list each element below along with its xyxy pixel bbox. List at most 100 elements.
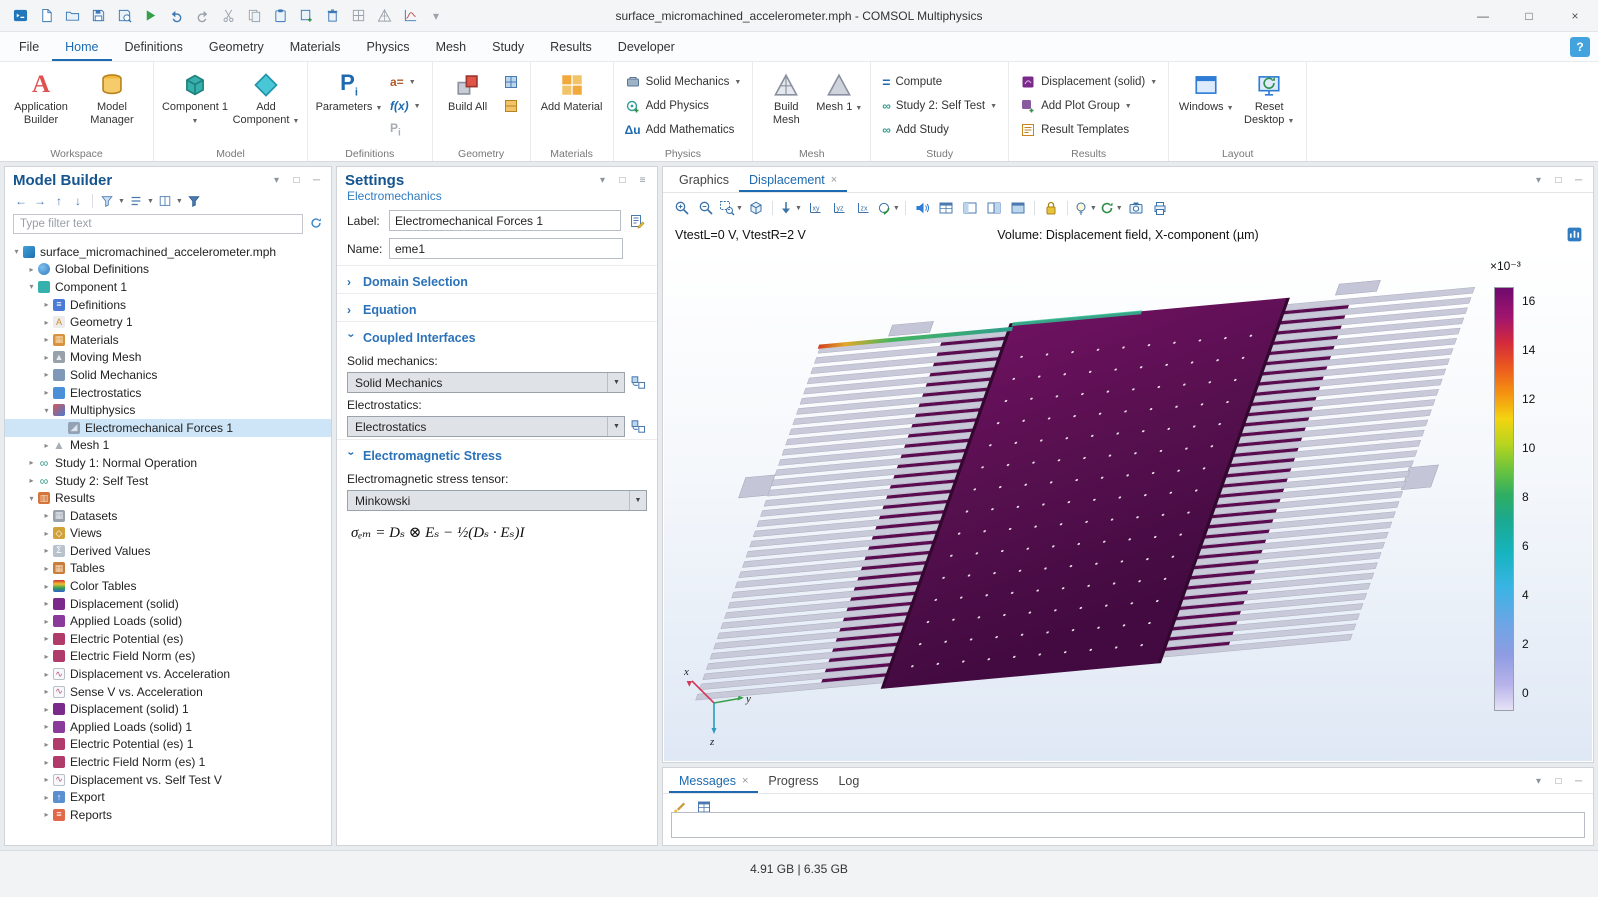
tree-item[interactable]: ▸∿Sense V vs. Acceleration [5,683,331,701]
expand-icon[interactable]: ▸ [41,740,52,749]
menu-definitions[interactable]: Definitions [112,32,196,61]
tree-item[interactable]: ▸Electric Field Norm (es) [5,648,331,666]
tree-item[interactable]: ▸◇Views [5,525,331,543]
tree-item[interactable]: ▸∞Study 2: Self Test [5,472,331,490]
expand-icon[interactable]: ▸ [41,564,52,573]
tree-item[interactable]: ▸▲Moving Mesh [5,349,331,367]
minimize-button[interactable]: — [1460,0,1506,31]
add-physics-button[interactable]: Add Physics [621,95,746,117]
application-builder-button[interactable]: A Application Builder [7,65,75,146]
menu-geometry[interactable]: Geometry [196,32,277,61]
menu-physics[interactable]: Physics [353,32,422,61]
tree-item[interactable]: ▸AGeometry 1 [5,313,331,331]
parameters-button[interactable]: Pi Parameters ▼ [315,65,383,146]
move-up-icon[interactable]: ↑ [51,192,67,210]
run-icon[interactable] [138,4,162,28]
menu-mesh[interactable]: Mesh [423,32,480,61]
windows-button[interactable]: Windows ▼ [1176,65,1236,146]
expand-icon[interactable]: ▸ [41,758,52,767]
scene-light-icon[interactable]: ▼ [1073,197,1097,219]
tree-item[interactable]: ▸▦Materials [5,331,331,349]
panel-collapse-icon[interactable]: ─ [1572,775,1585,788]
collapse-icon[interactable]: ▾ [26,282,37,291]
add-component-button[interactable]: Add Component ▼ [232,65,300,146]
section-domain-selection[interactable]: › Domain Selection [337,265,657,293]
redo-icon[interactable] [190,4,214,28]
tree-item[interactable]: ▸ΣDerived Values [5,542,331,560]
copy-icon[interactable] [242,4,266,28]
expand-icon[interactable]: ▸ [26,458,37,467]
expand-icon[interactable]: ▸ [41,582,52,591]
collapse-icon[interactable]: ▾ [11,247,22,256]
tree-item[interactable]: ▸∿Displacement vs. Acceleration [5,665,331,683]
study2-button[interactable]: ∞ Study 2: Self Test ▼ [878,95,1001,117]
expand-icon[interactable]: ▸ [41,687,52,696]
messages-tab-log[interactable]: Log [828,768,869,793]
expand-icon[interactable]: ▸ [41,318,52,327]
grid-view-icon[interactable] [346,4,370,28]
delete-icon[interactable] [320,4,344,28]
panel-collapse-icon[interactable]: ─ [1572,174,1585,187]
solid-mechanics-button[interactable]: Solid Mechanics ▼ [621,71,746,93]
tree-item[interactable]: ▾surface_micromachined_accelerometer.mph [5,243,331,261]
geometry-export-button[interactable] [499,95,523,117]
snapshot-icon[interactable] [1125,197,1147,219]
functions-button[interactable]: f(x) ▼ [386,95,425,117]
save-icon[interactable] [86,4,110,28]
name-input[interactable] [389,238,623,259]
expand-icon[interactable]: ▸ [41,370,52,379]
tree-item[interactable]: ▸Applied Loads (solid) [5,612,331,630]
mesh-view-icon[interactable] [372,4,396,28]
window-table-icon[interactable] [935,197,957,219]
expand-icon[interactable]: ▸ [26,476,37,485]
expand-icon[interactable]: ▸ [41,599,52,608]
menu-developer[interactable]: Developer [605,32,688,61]
add-plot-group-button[interactable]: Add Plot Group ▼ [1016,95,1161,117]
tree-item[interactable]: ▸▦Tables [5,560,331,578]
undo-icon[interactable] [164,4,188,28]
axis-yz-icon[interactable]: yz [828,197,850,219]
collapse-filter-icon[interactable] [186,192,202,210]
tree-item[interactable]: ▸Global Definitions [5,261,331,279]
axis-xy-icon[interactable]: xy [804,197,826,219]
messages-output[interactable] [671,812,1585,838]
sound-icon[interactable] [911,197,933,219]
graphics-canvas[interactable]: ×10⁻³ 1614121086420 x y z [664,249,1592,761]
compute-button[interactable]: = Compute [878,71,1001,93]
menu-materials[interactable]: Materials [277,32,354,61]
expand-icon[interactable]: ▸ [41,793,52,802]
add-mathematics-button[interactable]: Δu Add Mathematics [621,119,746,141]
expand-icon[interactable]: ▸ [41,670,52,679]
panel-collapse-icon[interactable]: ─ [310,174,323,187]
expand-icon[interactable]: ▸ [41,546,52,555]
tree-item[interactable]: ▸∞Study 1: Normal Operation [5,454,331,472]
expand-icon[interactable]: ▸ [41,441,52,450]
orbit-icon[interactable]: ▼ [876,197,900,219]
menu-results[interactable]: Results [537,32,605,61]
panel-float-icon[interactable]: □ [616,174,629,187]
section-coupled-interfaces[interactable]: › Coupled Interfaces [337,321,657,349]
graphics-tab-graphics[interactable]: Graphics [669,167,739,192]
tree-item[interactable]: ▸Solid Mechanics [5,366,331,384]
paste-icon[interactable] [268,4,292,28]
open-file-icon[interactable] [60,4,84,28]
solid-mechanics-combobox[interactable]: Solid Mechanics ▼ [347,372,625,393]
tree-filter-input[interactable] [13,214,303,234]
tree-item[interactable]: ▾▥Results [5,489,331,507]
comsol-logo-icon[interactable] [8,4,32,28]
panel-menu-icon[interactable]: ▾ [1532,174,1545,187]
back-icon[interactable]: ← [13,192,29,210]
go-to-electrostatics-icon[interactable] [630,418,647,435]
menu-home[interactable]: Home [52,32,111,61]
refresh-icon[interactable] [309,216,323,233]
section-equation[interactable]: › Equation [337,293,657,321]
expand-icon[interactable]: ▸ [41,775,52,784]
update-plot-icon[interactable]: ▼ [1099,197,1123,219]
electrostatics-combobox[interactable]: Electrostatics ▼ [347,416,625,437]
tree-item[interactable]: ▸Applied Loads (solid) 1 [5,718,331,736]
geometry-insert-sequence-button[interactable] [499,71,523,93]
expand-icon[interactable]: ▸ [41,652,52,661]
expand-icon[interactable]: ▸ [41,634,52,643]
expand-icon[interactable]: ▸ [41,511,52,520]
lock-icon[interactable] [1040,197,1062,219]
